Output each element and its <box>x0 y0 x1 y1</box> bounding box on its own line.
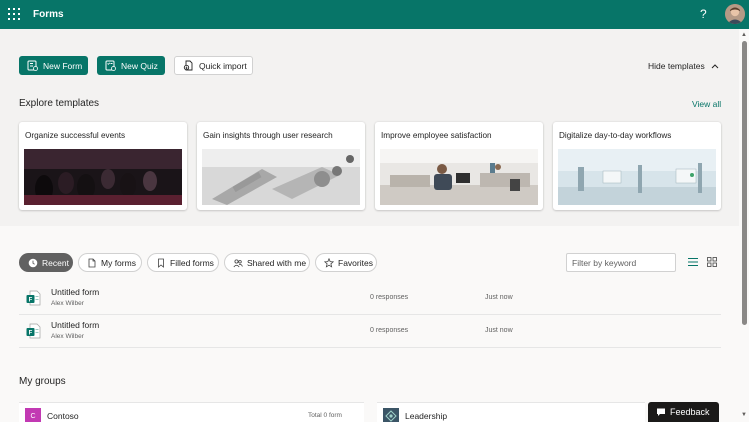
form-modified: Just now <box>485 327 513 334</box>
app-launcher-icon[interactable] <box>8 8 20 20</box>
feedback-label: Feedback <box>670 407 710 417</box>
new-form-icon <box>27 60 38 71</box>
office-image <box>380 149 538 205</box>
new-quiz-icon <box>105 60 116 71</box>
filter-favorites[interactable]: Favorites <box>315 253 377 272</box>
filter-my-forms[interactable]: My forms <box>78 253 142 272</box>
chevron-up-icon <box>711 64 719 69</box>
template-card-title: Digitalize day-to-day workflows <box>559 131 672 140</box>
new-form-label: New Form <box>43 60 83 71</box>
filter-recent[interactable]: Recent <box>19 253 73 272</box>
explore-templates-heading: Explore templates <box>19 98 100 109</box>
filter-shared-with-me[interactable]: Shared with me <box>224 253 310 272</box>
scroll-up-icon[interactable]: ▲ <box>740 31 748 39</box>
view-all-link[interactable]: View all <box>692 99 721 109</box>
filter-label: Favorites <box>338 257 373 268</box>
bookmark-icon <box>158 258 164 268</box>
template-card-workflows[interactable]: Digitalize day-to-day workflows <box>553 122 721 210</box>
group-form-count: Total 0 form <box>308 412 342 419</box>
workflow-image <box>558 149 716 205</box>
quick-import-label: Quick import <box>199 60 247 71</box>
comment-icon <box>657 408 665 416</box>
template-card-title: Gain insights through user research <box>203 131 333 140</box>
events-image <box>24 149 182 205</box>
grid-view-icon[interactable] <box>706 256 718 268</box>
scroll-down-icon[interactable]: ▼ <box>740 411 748 419</box>
filter-label: Recent <box>42 257 69 268</box>
forms-file-icon: F <box>26 290 41 306</box>
people-icon <box>233 258 243 267</box>
group-avatar <box>383 408 399 422</box>
my-groups-heading: My groups <box>19 376 66 387</box>
filter-label: My forms <box>101 257 136 268</box>
scrollbar-thumb[interactable] <box>742 41 747 325</box>
quick-import-icon <box>183 60 193 71</box>
template-card-title: Organize successful events <box>25 131 126 140</box>
group-card-leadership[interactable]: Leadership <box>377 402 645 422</box>
form-owner: Alex Wilber <box>51 333 84 340</box>
template-card-title: Improve employee satisfaction <box>381 131 492 140</box>
group-emblem-icon <box>385 410 397 422</box>
form-owner: Alex Wilber <box>51 300 84 307</box>
form-name: Untitled form <box>51 287 100 297</box>
svg-text:F: F <box>29 298 33 304</box>
group-name: Leadership <box>405 411 448 421</box>
star-icon <box>324 257 334 268</box>
avatar[interactable] <box>725 4 745 24</box>
form-row[interactable]: F Untitled form Alex Wilber 0 responses … <box>19 315 721 348</box>
list-view-icon[interactable] <box>687 256 699 268</box>
clock-icon <box>28 258 38 267</box>
svg-text:F: F <box>29 331 33 337</box>
new-form-button[interactable]: New Form <box>19 56 88 75</box>
document-icon <box>88 258 96 267</box>
form-name: Untitled form <box>51 320 100 330</box>
filter-label: Shared with me <box>247 257 307 268</box>
help-icon[interactable]: ? <box>700 7 707 21</box>
new-quiz-button[interactable]: New Quiz <box>97 56 165 75</box>
feedback-button[interactable]: Feedback <box>648 402 719 422</box>
form-responses: 0 responses <box>370 294 409 301</box>
research-image <box>202 149 360 205</box>
template-card-events[interactable]: Organize successful events <box>19 122 187 210</box>
forms-file-icon: F <box>26 323 41 339</box>
new-quiz-label: New Quiz <box>121 60 158 71</box>
template-card-employee[interactable]: Improve employee satisfaction <box>375 122 543 210</box>
form-row[interactable]: F Untitled form Alex Wilber 0 responses … <box>19 282 721 315</box>
template-card-research[interactable]: Gain insights through user research <box>197 122 365 210</box>
hide-templates-button[interactable]: Hide templates <box>648 61 719 71</box>
hide-templates-label: Hide templates <box>648 61 705 71</box>
group-avatar: C <box>25 408 41 422</box>
filter-keyword-input[interactable] <box>566 253 676 272</box>
form-responses: 0 responses <box>370 327 409 334</box>
filter-filled-forms[interactable]: Filled forms <box>147 253 219 272</box>
app-title[interactable]: Forms <box>33 9 64 20</box>
top-bar: Forms ? <box>0 0 749 29</box>
group-name: Contoso <box>47 411 79 421</box>
filter-label: Filled forms <box>170 257 214 268</box>
form-modified: Just now <box>485 294 513 301</box>
quick-import-button[interactable]: Quick import <box>174 56 253 75</box>
group-card-contoso[interactable]: C Contoso Total 0 form <box>19 402 364 422</box>
